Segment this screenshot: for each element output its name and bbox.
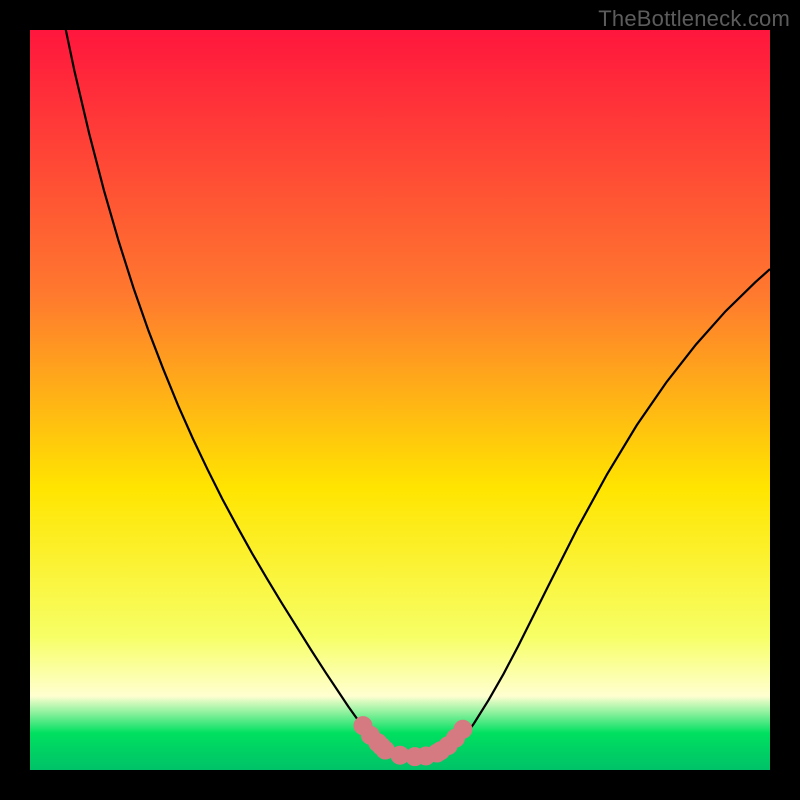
watermark-text: TheBottleneck.com	[598, 6, 790, 32]
chart-frame: TheBottleneck.com	[0, 0, 800, 800]
gradient-rect	[30, 30, 770, 770]
chart-svg	[30, 30, 770, 770]
plot-area	[30, 30, 770, 770]
marker-dot	[454, 720, 472, 738]
